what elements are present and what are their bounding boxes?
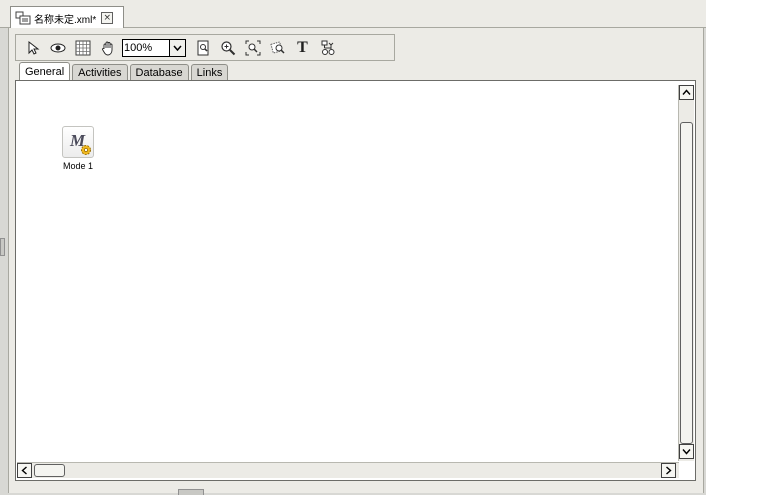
bottom-panel-collapse-handle[interactable] [178, 489, 204, 495]
document-tab[interactable]: 名称未定.xml* × [10, 6, 124, 29]
tab-database[interactable]: Database [129, 64, 189, 81]
chevron-left-icon [21, 466, 27, 475]
tab-links[interactable]: Links [190, 64, 229, 81]
mode-gear-icon[interactable]: M [62, 126, 94, 158]
zoom-dropdown-arrow-icon[interactable] [169, 38, 186, 57]
node-label: Mode 1 [62, 161, 94, 171]
app-frame: 名称未定.xml* × 100% T General Activities Da… [0, 0, 706, 495]
chevron-down-icon [682, 449, 691, 455]
document-tab-strip: 名称未定.xml* × [0, 0, 706, 29]
grid-icon[interactable] [72, 38, 93, 58]
scroll-up-button[interactable] [679, 85, 694, 100]
close-tab-button[interactable]: × [101, 12, 114, 24]
document-icon [15, 11, 31, 25]
zoom-in-icon[interactable] [217, 38, 238, 58]
chevron-right-icon [666, 466, 672, 475]
horizontal-scroll-thumb[interactable] [34, 464, 65, 477]
tab-activities[interactable]: Activities [72, 64, 128, 81]
editor-panel: 100% T General Activities Database Links… [8, 28, 704, 493]
close-icon: × [103, 12, 111, 23]
zoom-value[interactable]: 100% [122, 38, 169, 57]
scroll-right-button[interactable] [661, 463, 676, 478]
vertical-scrollbar[interactable] [678, 85, 694, 461]
scroll-down-button[interactable] [679, 444, 694, 459]
tab-general[interactable]: General [19, 62, 71, 81]
toolbar: 100% T [15, 34, 395, 61]
empty-area [706, 0, 781, 495]
hand-pan-icon[interactable] [97, 38, 118, 58]
vertical-scroll-thumb[interactable] [680, 122, 693, 444]
zoom-select[interactable]: 100% [122, 38, 186, 57]
scroll-left-button[interactable] [17, 463, 32, 478]
eye-icon[interactable] [47, 38, 68, 58]
text-tool-label: T [297, 38, 308, 56]
text-tool-icon[interactable]: T [292, 38, 313, 58]
zoom-region-icon[interactable] [242, 38, 263, 58]
left-panel-collapse-handle[interactable] [0, 238, 5, 256]
chevron-up-icon [682, 89, 691, 95]
document-title: 名称未定.xml* [34, 14, 97, 26]
select-arrow-icon[interactable] [22, 38, 43, 58]
view-tabs: General Activities Database Links [19, 61, 230, 81]
mode-node[interactable]: M Mode 1 [58, 126, 98, 171]
zoom-out-icon[interactable] [267, 38, 288, 58]
diagram-canvas[interactable]: M Mode 1 [15, 80, 696, 481]
layout-tool-icon[interactable] [317, 38, 338, 58]
fit-page-icon[interactable] [192, 38, 213, 58]
gear-icon [81, 145, 91, 155]
horizontal-scrollbar[interactable] [17, 462, 679, 478]
